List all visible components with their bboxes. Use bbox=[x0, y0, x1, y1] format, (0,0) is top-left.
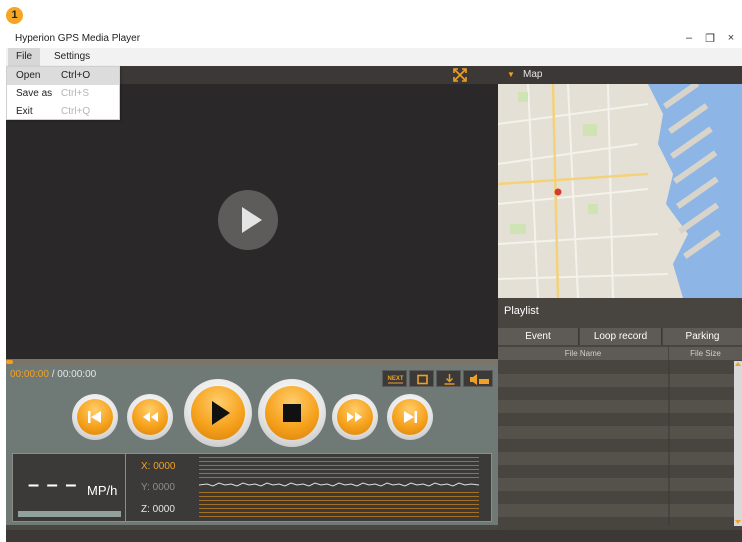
map-title: Map bbox=[523, 69, 543, 80]
time-display: 00:00:00 / 00:00:00 bbox=[10, 369, 96, 380]
skip-previous-button[interactable] bbox=[72, 394, 118, 440]
menu-item-exit[interactable]: Exit Ctrl+Q bbox=[7, 103, 119, 121]
total-time: 00:00:00 bbox=[57, 369, 97, 380]
stop-icon bbox=[283, 404, 301, 422]
playlist-title: Playlist bbox=[504, 305, 539, 317]
axis-z-value: Z: 0000 bbox=[141, 504, 175, 515]
axis-y-value: Y: 0000 bbox=[141, 482, 175, 493]
menu-file[interactable]: File bbox=[8, 48, 41, 66]
window-title: Hyperion GPS Media Player bbox=[15, 33, 141, 44]
scroll-up-icon[interactable] bbox=[735, 362, 741, 366]
menu-item-label: Save as bbox=[16, 88, 53, 99]
file-menu-dropdown: Open Ctrl+O Save as Ctrl+S Exit Ctrl+Q bbox=[6, 66, 120, 120]
collapse-arrow-icon[interactable]: ▼ bbox=[507, 66, 515, 84]
menu-item-shortcut: Ctrl+O bbox=[61, 70, 91, 81]
menu-bar: File Settings bbox=[6, 48, 742, 66]
map-image bbox=[498, 84, 742, 298]
map-view[interactable] bbox=[498, 84, 742, 298]
playlist-tabs: Event Loop record Parking bbox=[498, 328, 742, 345]
play-overlay-button[interactable] bbox=[218, 190, 278, 250]
next-file-button[interactable]: NEXT bbox=[382, 370, 407, 387]
download-icon bbox=[444, 374, 455, 385]
g-sensor-graph bbox=[199, 457, 480, 517]
minimize-button[interactable]: – bbox=[682, 32, 696, 44]
rewind-button[interactable] bbox=[127, 394, 173, 440]
menu-item-open[interactable]: Open Ctrl+O bbox=[7, 67, 119, 85]
volume-button[interactable] bbox=[463, 370, 493, 387]
next-file-icon: NEXT bbox=[387, 376, 404, 384]
playlist-scrollbar[interactable] bbox=[734, 361, 742, 526]
graph-signal-line bbox=[199, 482, 480, 487]
close-button[interactable]: × bbox=[724, 32, 738, 44]
stop-button[interactable] bbox=[258, 379, 326, 447]
app-window: Hyperion GPS Media Player – ❐ × File Set… bbox=[6, 30, 742, 542]
menu-item-label: Open bbox=[16, 70, 41, 81]
menu-item-shortcut: Ctrl+S bbox=[61, 88, 90, 99]
status-bar bbox=[6, 530, 742, 542]
play-icon bbox=[242, 207, 262, 233]
speed-unit: MP/h bbox=[87, 483, 118, 498]
axis-x-value: X: 0000 bbox=[141, 461, 176, 472]
menu-settings[interactable]: Settings bbox=[46, 48, 98, 66]
current-time: 00:00:00 bbox=[10, 369, 49, 380]
scroll-down-icon[interactable] bbox=[735, 520, 741, 524]
playlist-rows[interactable] bbox=[498, 361, 734, 526]
skip-next-button[interactable] bbox=[387, 394, 433, 440]
progress-knob[interactable] bbox=[6, 360, 13, 364]
speed-bar bbox=[18, 511, 121, 517]
skip-next-icon bbox=[404, 411, 417, 423]
volume-icon bbox=[470, 374, 489, 385]
tab-loop-record[interactable]: Loop record bbox=[580, 328, 662, 345]
gps-readout-panel: – – – MP/h X: 0000 Y: 0000 Z: 0000 bbox=[12, 453, 492, 522]
speed-value: – – – bbox=[28, 474, 78, 496]
skip-previous-icon bbox=[88, 411, 101, 423]
menu-item-save-as[interactable]: Save as Ctrl+S bbox=[7, 85, 119, 103]
sidebar: ▼ Map Playlist Event Loop record Parking… bbox=[498, 66, 742, 542]
fullscreen-square-icon bbox=[417, 374, 428, 385]
fast-forward-button[interactable] bbox=[332, 394, 378, 440]
graph-grid bbox=[199, 457, 479, 517]
fast-forward-icon bbox=[347, 412, 362, 422]
svg-text:NEXT: NEXT bbox=[387, 376, 403, 382]
playlist-columns: File Name File Size bbox=[498, 347, 742, 360]
tab-event[interactable]: Event bbox=[498, 328, 579, 345]
map-header[interactable]: ▼ Map bbox=[498, 66, 742, 84]
fullscreen-square-button[interactable] bbox=[409, 370, 434, 387]
menu-item-shortcut: Ctrl+Q bbox=[61, 106, 91, 117]
tab-parking[interactable]: Parking bbox=[663, 328, 742, 345]
speed-panel: – – – MP/h bbox=[13, 454, 126, 521]
video-area[interactable] bbox=[6, 84, 498, 359]
fullscreen-icon[interactable] bbox=[452, 67, 468, 83]
controls-panel: 00:00:00 / 00:00:00 NEXT – – – MP/h X: 0… bbox=[6, 365, 498, 525]
play-button[interactable] bbox=[184, 379, 252, 447]
column-file-size[interactable]: File Size bbox=[669, 347, 742, 360]
location-pin-icon bbox=[554, 188, 562, 196]
menu-item-label: Exit bbox=[16, 106, 33, 117]
step-marker: 1 bbox=[6, 7, 23, 24]
column-file-name[interactable]: File Name bbox=[498, 347, 668, 360]
download-button[interactable] bbox=[436, 370, 461, 387]
rewind-icon bbox=[143, 412, 158, 422]
play-icon bbox=[212, 401, 230, 425]
title-bar: Hyperion GPS Media Player – ❐ × bbox=[6, 30, 742, 48]
maximize-button[interactable]: ❐ bbox=[703, 32, 717, 45]
